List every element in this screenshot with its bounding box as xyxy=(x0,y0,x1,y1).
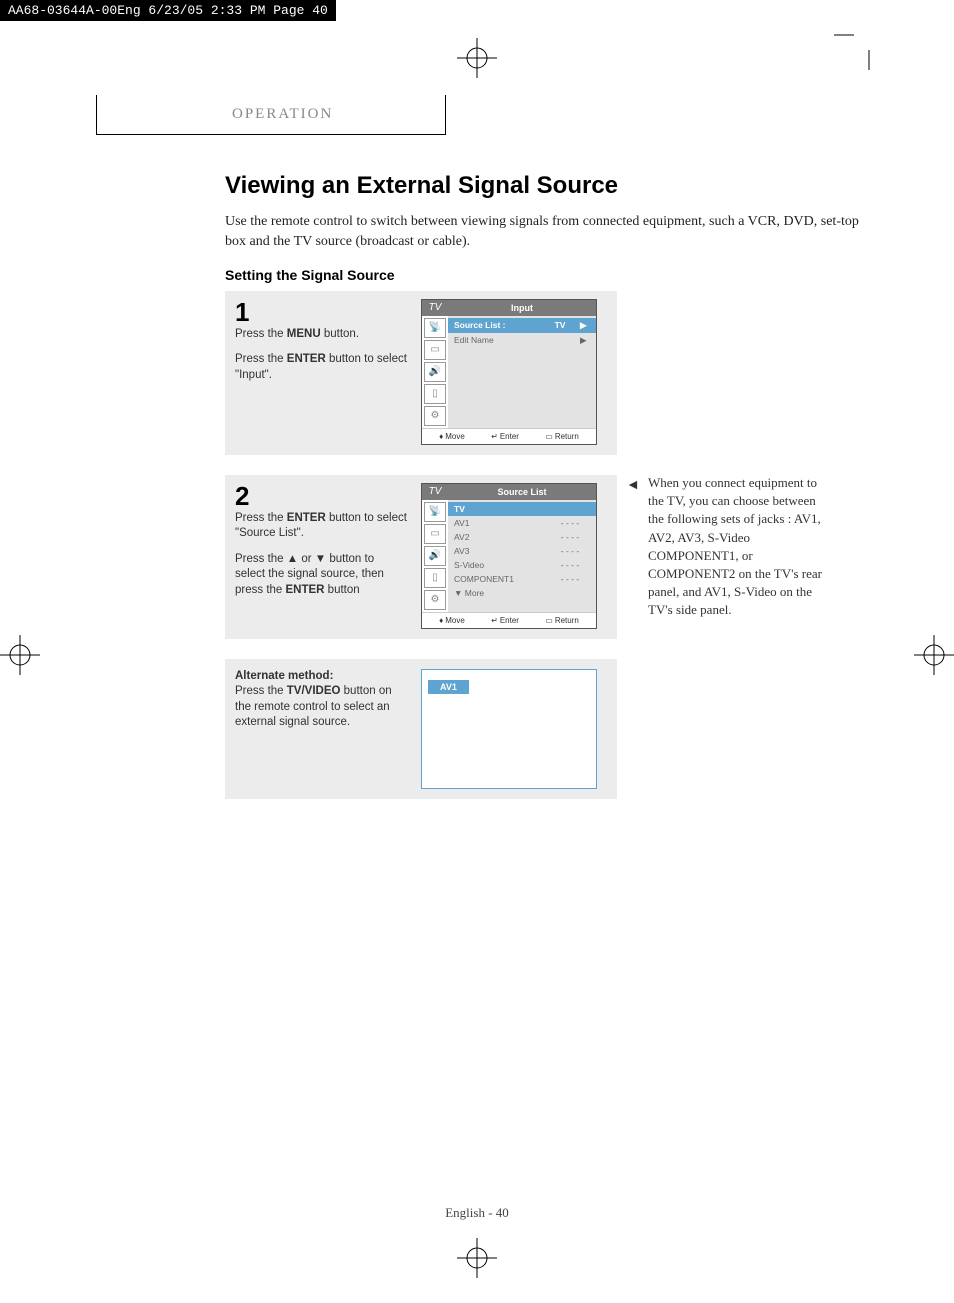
section-tab: OPERATION xyxy=(96,95,446,135)
step-1-number: 1 xyxy=(235,299,407,325)
crop-mark-left xyxy=(0,635,40,680)
antenna-icon: ▯ xyxy=(424,384,446,404)
menu-tab: TV xyxy=(422,486,448,497)
menu-row: ▼ More xyxy=(448,586,596,600)
av1-badge: AV1 xyxy=(428,680,469,694)
menu-tab: TV xyxy=(422,302,448,313)
footer-enter: ↵ Enter xyxy=(491,616,519,625)
menu-row: S-Video- - - - xyxy=(448,558,596,572)
step-1-line-2: Press the ENTER button to select "Input"… xyxy=(235,352,407,383)
antenna-icon: ▯ xyxy=(424,568,446,588)
menu-title: Source List xyxy=(448,487,596,497)
footer-return: ▭ Return xyxy=(545,432,579,441)
page-footer: English - 40 xyxy=(0,1205,954,1221)
menu-row: AV2- - - - xyxy=(448,530,596,544)
step-1-line-1: Press the MENU button. xyxy=(235,327,407,343)
menu-row: AV1- - - - xyxy=(448,516,596,530)
alternate-method-text: Alternate method:Press the TV/VIDEO butt… xyxy=(235,669,407,731)
caret-left-icon: ◄ xyxy=(626,476,640,496)
intro-text: Use the remote control to switch between… xyxy=(225,212,865,253)
crop-mark-bottom xyxy=(457,1238,497,1283)
screen-icon: ▭ xyxy=(424,524,446,544)
footer-move: ♦ Move xyxy=(439,616,465,625)
alt-screen-preview: AV1 xyxy=(421,669,597,789)
footer-enter: ↵ Enter xyxy=(491,432,519,441)
step-2-line-1: Press the ENTER button to select "Source… xyxy=(235,511,407,542)
section-label: OPERATION xyxy=(232,106,333,123)
side-note-text: When you connect equipment to the TV, yo… xyxy=(648,475,822,617)
menu-title: Input xyxy=(448,303,596,313)
subheading: Setting the Signal Source xyxy=(225,267,865,283)
crop-mark-right xyxy=(914,635,954,680)
speaker-icon: 🔊 xyxy=(424,546,446,566)
satellite-icon: 📡 xyxy=(424,502,446,522)
menu-icon-column: 📡 ▭ 🔊 ▯ ⚙ xyxy=(422,316,448,428)
menu-row: COMPONENT1- - - - xyxy=(448,572,596,586)
menu-icon-column: 📡 ▭ 🔊 ▯ ⚙ xyxy=(422,500,448,612)
menu-footer: ♦ Move ↵ Enter ▭ Return xyxy=(422,612,596,628)
menu-row-edit-name: Edit Name ▶ xyxy=(448,333,596,348)
alternate-method-block: Alternate method:Press the TV/VIDEO butt… xyxy=(225,659,617,799)
sliders-icon: ⚙ xyxy=(424,590,446,610)
print-header-strip: AA68-03644A-00Eng 6/23/05 2:33 PM Page 4… xyxy=(0,0,336,21)
footer-move: ♦ Move xyxy=(439,432,465,441)
menu-row: TV xyxy=(448,502,596,516)
tv-menu-input: TV Input 📡 ▭ 🔊 ▯ ⚙ Source List : TV ▶ xyxy=(421,299,597,445)
step-2-number: 2 xyxy=(235,483,407,509)
tv-menu-source-list: TV Source List 📡 ▭ 🔊 ▯ ⚙ TVAV1- - - -AV2… xyxy=(421,483,597,629)
step-2-line-2: Press the ▲ or ▼ button to select the si… xyxy=(235,552,407,599)
speaker-icon: 🔊 xyxy=(424,362,446,382)
satellite-icon: 📡 xyxy=(424,318,446,338)
step-2-block: 2 Press the ENTER button to select "Sour… xyxy=(225,475,617,639)
registration-mark-top xyxy=(834,0,904,75)
page-title: Viewing an External Signal Source xyxy=(225,172,865,200)
menu-row-source-list: Source List : TV ▶ xyxy=(448,318,596,333)
side-note: ◄ When you connect equipment to the TV, … xyxy=(648,474,833,620)
sliders-icon: ⚙ xyxy=(424,406,446,426)
footer-return: ▭ Return xyxy=(545,616,579,625)
menu-footer: ♦ Move ↵ Enter ▭ Return xyxy=(422,428,596,444)
screen-icon: ▭ xyxy=(424,340,446,360)
menu-row: AV3- - - - xyxy=(448,544,596,558)
step-1-block: 1 Press the MENU button. Press the ENTER… xyxy=(225,291,617,455)
crop-mark-top xyxy=(457,38,497,78)
